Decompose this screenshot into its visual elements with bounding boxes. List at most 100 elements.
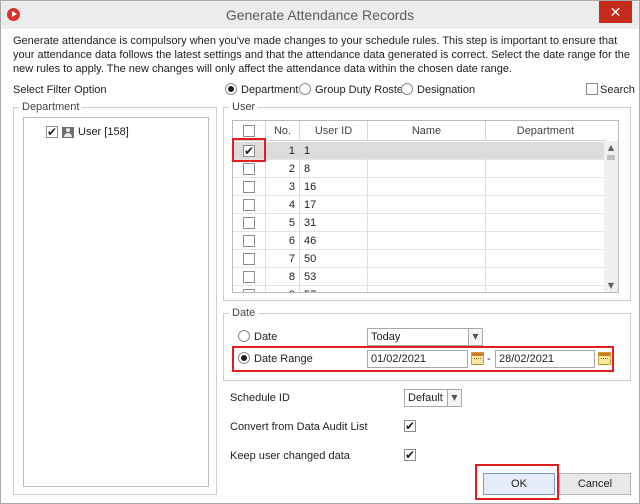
cell-user-id: 1 <box>300 142 368 160</box>
cell-name <box>368 196 486 214</box>
radio-date[interactable] <box>238 330 250 342</box>
column-header-user-id[interactable]: User ID <box>300 121 368 141</box>
chevron-down-icon[interactable]: ▼ <box>447 390 461 406</box>
cell-department <box>486 160 605 178</box>
filter-label: Select Filter Option <box>13 84 107 96</box>
convert-audit-label: Convert from Data Audit List <box>230 421 368 433</box>
column-header-no[interactable]: No. <box>266 121 300 141</box>
column-header-department[interactable]: Department <box>486 121 605 141</box>
row-select-cell <box>233 268 266 286</box>
keep-changed-label: Keep user changed data <box>230 450 350 462</box>
radio-group-duty-roster-label[interactable]: Group Duty Roster <box>315 84 407 96</box>
search-label[interactable]: Search <box>600 84 635 96</box>
scroll-up-arrow[interactable]: ▲ <box>604 143 618 152</box>
highlight-date-range <box>232 346 614 372</box>
window-title: Generate Attendance Records <box>225 7 415 23</box>
row-checkbox[interactable] <box>243 217 255 229</box>
cell-user-id: 16 <box>300 178 368 196</box>
cell-name <box>368 268 486 286</box>
row-checkbox[interactable] <box>243 271 255 283</box>
table-row[interactable]: 4 17 <box>233 196 605 214</box>
row-select-cell <box>233 214 266 232</box>
radio-designation[interactable] <box>401 83 413 95</box>
cell-name <box>368 160 486 178</box>
tree-item-label[interactable]: User [158] <box>78 126 129 138</box>
cell-name <box>368 214 486 232</box>
row-select-cell <box>233 196 266 214</box>
table-row[interactable]: 6 46 <box>233 232 605 250</box>
highlight-ok-button <box>475 464 559 500</box>
keep-changed-checkbox[interactable] <box>404 447 416 463</box>
cell-name <box>368 250 486 268</box>
cell-department <box>486 286 605 292</box>
cell-no: 1 <box>266 142 300 160</box>
table-scrollbar[interactable]: ▲ ▼ <box>604 141 618 292</box>
cell-no: 5 <box>266 214 300 232</box>
row-select-cell <box>233 160 266 178</box>
tree-item-checkbox[interactable] <box>46 124 58 140</box>
scroll-down-arrow[interactable]: ▼ <box>604 281 618 290</box>
department-tree[interactable] <box>23 117 209 487</box>
radio-department-label[interactable]: Department <box>241 84 298 96</box>
scroll-thumb[interactable] <box>607 155 615 160</box>
cell-department <box>486 250 605 268</box>
table-row[interactable]: 7 50 <box>233 250 605 268</box>
table-row[interactable]: 5 31 <box>233 214 605 232</box>
user-table: No. User ID Name Department 112831641753… <box>232 120 619 293</box>
table-row[interactable]: 8 53 <box>233 268 605 286</box>
cell-department <box>486 268 605 286</box>
column-header-name[interactable]: Name <box>368 121 486 141</box>
radio-date-label[interactable]: Date <box>254 331 277 343</box>
select-all-checkbox[interactable] <box>243 125 255 137</box>
schedule-id-label: Schedule ID <box>230 392 290 404</box>
dialog-window: Generate Attendance Records ✕ Generate a… <box>0 0 640 504</box>
row-checkbox[interactable] <box>243 199 255 211</box>
radio-designation-label[interactable]: Designation <box>417 84 475 96</box>
cell-department <box>486 178 605 196</box>
cell-user-id: 53 <box>300 268 368 286</box>
description-text: Generate attendance is compulsory when y… <box>13 35 631 75</box>
cell-no: 6 <box>266 232 300 250</box>
chevron-down-icon[interactable]: ▼ <box>468 329 482 345</box>
search-checkbox[interactable] <box>586 83 598 95</box>
title-bar[interactable]: Generate Attendance Records ✕ <box>1 1 639 29</box>
table-row[interactable]: 3 16 <box>233 178 605 196</box>
radio-department[interactable] <box>225 83 237 95</box>
cancel-button[interactable]: Cancel <box>559 473 631 495</box>
date-preset-select[interactable]: Today ▼ <box>367 328 483 346</box>
cell-user-id: 57 <box>300 286 368 292</box>
highlight-first-row-checkbox <box>232 138 266 162</box>
row-checkbox[interactable] <box>243 253 255 265</box>
close-button[interactable]: ✕ <box>599 1 632 23</box>
cell-user-id: 46 <box>300 232 368 250</box>
department-group-title: Department <box>19 101 83 113</box>
cell-no: 7 <box>266 250 300 268</box>
table-row[interactable]: 11 <box>233 142 605 160</box>
row-select-cell <box>233 286 266 292</box>
convert-audit-checkbox[interactable] <box>404 418 416 434</box>
cell-no: 8 <box>266 268 300 286</box>
date-group-title: Date <box>229 307 259 319</box>
cell-department <box>486 214 605 232</box>
row-select-cell <box>233 250 266 268</box>
schedule-id-select[interactable]: Default ▼ <box>404 389 462 407</box>
table-header: No. User ID Name Department <box>233 121 605 141</box>
row-select-cell <box>233 178 266 196</box>
row-checkbox[interactable] <box>243 181 255 193</box>
table-row[interactable]: 957 <box>233 286 605 292</box>
row-checkbox[interactable] <box>243 235 255 247</box>
cell-name <box>368 286 486 292</box>
cell-department <box>486 232 605 250</box>
cell-name <box>368 142 486 160</box>
user-group-title: User <box>229 101 259 113</box>
cell-department <box>486 196 605 214</box>
cell-user-id: 50 <box>300 250 368 268</box>
cell-no: 3 <box>266 178 300 196</box>
cell-name <box>368 178 486 196</box>
radio-group-duty-roster[interactable] <box>299 83 311 95</box>
table-row[interactable]: 28 <box>233 160 605 178</box>
row-checkbox[interactable] <box>243 289 255 292</box>
cell-no: 2 <box>266 160 300 178</box>
cell-no: 9 <box>266 286 300 292</box>
row-checkbox[interactable] <box>243 163 255 175</box>
